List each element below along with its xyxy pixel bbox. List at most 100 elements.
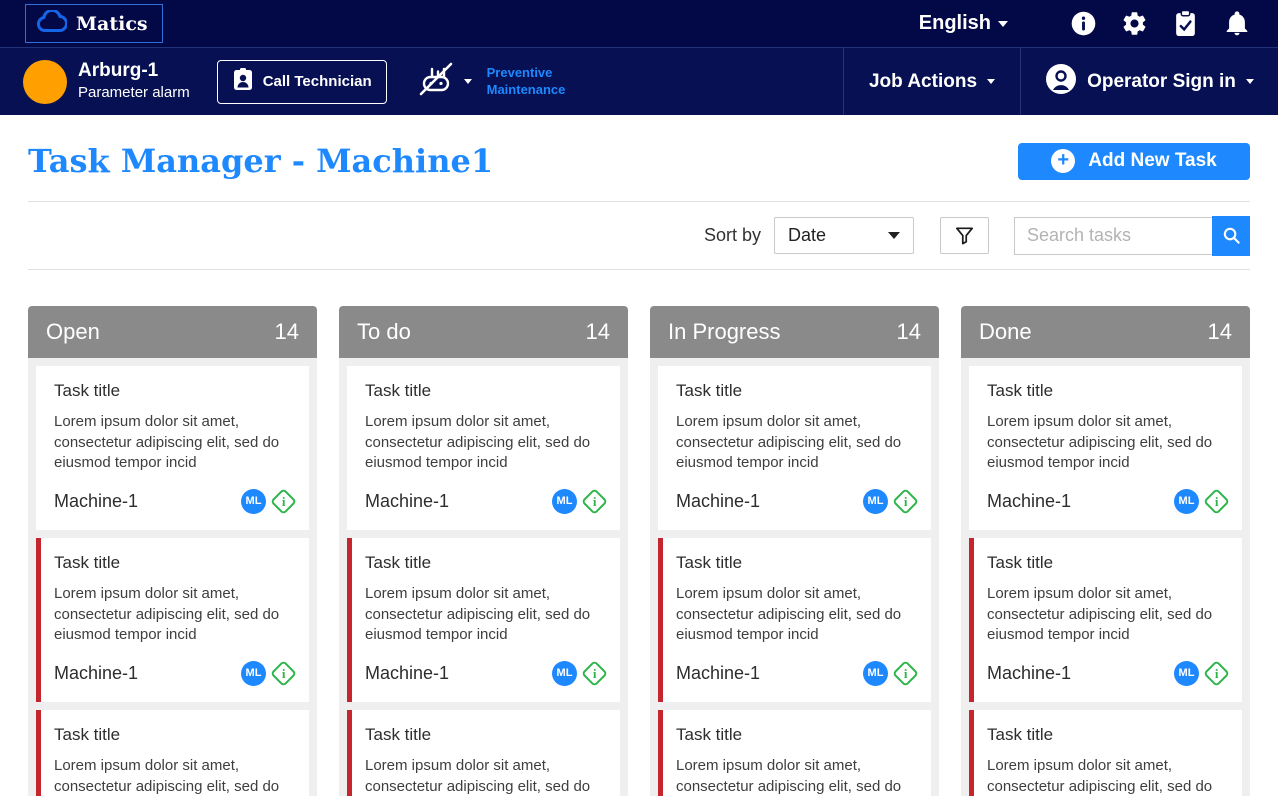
operator-signin-menu[interactable]: Operator Sign in [1020, 48, 1278, 115]
column-count: 14 [274, 319, 299, 344]
ml-badge: ML [863, 488, 888, 514]
ml-badge: ML [1174, 488, 1199, 514]
task-description: Lorem ipsum dolor sit amet, consectetur … [676, 585, 902, 644]
task-card[interactable]: Task title Lorem ipsum dolor sit amet, c… [347, 538, 620, 702]
task-machine: Machine-1 [676, 662, 761, 683]
sort-selected-value: Date [788, 225, 827, 245]
call-technician-button[interactable]: Call Technician [216, 59, 387, 104]
task-description: Lorem ipsum dolor sit amet, consectetur … [54, 413, 280, 472]
task-machine: Machine-1 [987, 662, 1072, 683]
add-new-task-button[interactable]: + Add New Task [1018, 142, 1250, 180]
operator-icon [1045, 63, 1077, 101]
column-open: Open 14 Task title Lorem ipsum dolor sit… [28, 306, 317, 796]
add-new-task-label: Add New Task [1088, 150, 1217, 171]
preventive-maintenance-link[interactable]: Preventive Maintenance [487, 65, 599, 99]
task-title: Task title [365, 725, 432, 744]
task-description: Lorem ipsum dolor sit amet, consectetur … [987, 413, 1213, 472]
toolbar-row: Sort by Date [28, 202, 1250, 269]
column-count: 14 [585, 319, 610, 344]
task-card[interactable]: Task title Lorem ipsum dolor sit amet, c… [969, 538, 1242, 702]
task-card[interactable]: Task title Lorem ipsum dolor sit amet, c… [347, 710, 620, 796]
task-card[interactable]: Task title Lorem ipsum dolor sit amet, c… [36, 710, 309, 796]
info-diamond-icon[interactable]: i [581, 659, 608, 687]
language-selector[interactable]: English [919, 12, 1008, 35]
robot-toggle[interactable] [415, 58, 472, 105]
task-card[interactable]: Task title Lorem ipsum dolor sit amet, c… [969, 366, 1242, 530]
search-button[interactable] [1212, 215, 1250, 256]
machine-status-text: Parameter alarm [78, 84, 190, 102]
filter-funnel-icon [955, 227, 974, 245]
column-header: In Progress 14 [650, 306, 939, 358]
page-title: Task Manager - Machine1 [28, 142, 494, 180]
ml-badge: ML [241, 488, 266, 514]
main-content: Task Manager - Machine1 + Add New Task S… [0, 115, 1278, 796]
column-title: To do [357, 319, 411, 344]
task-title: Task title [54, 725, 121, 744]
operator-signin-label: Operator Sign in [1087, 70, 1236, 92]
column-header: Open 14 [28, 306, 317, 358]
task-title: Task title [365, 553, 432, 572]
task-title: Task title [54, 381, 121, 400]
machine-name: Arburg-1 [78, 60, 159, 82]
chevron-down-icon [463, 79, 472, 84]
column-title: Done [979, 319, 1032, 344]
job-actions-label: Job Actions [868, 70, 978, 92]
task-card[interactable]: Task title Lorem ipsum dolor sit amet, c… [347, 366, 620, 530]
column-count: 14 [896, 319, 921, 344]
info-diamond-icon[interactable]: i [270, 659, 297, 687]
cloud-icon [36, 8, 69, 37]
column-count: 14 [1207, 319, 1232, 344]
task-machine: Machine-1 [987, 490, 1072, 511]
column-body: Task title Lorem ipsum dolor sit amet, c… [339, 358, 628, 796]
task-description: Lorem ipsum dolor sit amet, consectetur … [365, 757, 591, 795]
info-diamond-icon[interactable]: i [1203, 659, 1230, 687]
robot-disabled-icon [415, 58, 457, 105]
technician-badge-icon [232, 67, 254, 96]
ml-badge: ML [552, 488, 577, 514]
machine-info: Arburg-1 Parameter alarm Call Technician [0, 48, 599, 115]
task-machine: Machine-1 [676, 490, 761, 511]
task-card[interactable]: Task title Lorem ipsum dolor sit amet, c… [36, 538, 309, 702]
task-card[interactable]: Task title Lorem ipsum dolor sit amet, c… [658, 538, 931, 702]
task-card[interactable]: Task title Lorem ipsum dolor sit amet, c… [36, 366, 309, 530]
brand-name: Matics [76, 12, 148, 35]
ml-badge: ML [552, 660, 577, 686]
machine-bar-actions: Job Actions Operator Sign in [843, 48, 1278, 115]
machine-status-avatar[interactable] [23, 59, 67, 104]
top-bar: Matics English [0, 0, 1278, 48]
search-group [1014, 215, 1250, 256]
task-card[interactable]: Task title Lorem ipsum dolor sit amet, c… [969, 710, 1242, 796]
settings-gear-icon[interactable] [1121, 10, 1148, 37]
task-title: Task title [987, 553, 1054, 572]
task-card[interactable]: Task title Lorem ipsum dolor sit amet, c… [658, 366, 931, 530]
info-diamond-icon[interactable]: i [270, 487, 297, 515]
brand-logo[interactable]: Matics [25, 4, 163, 43]
info-diamond-icon[interactable]: i [892, 659, 919, 687]
task-title: Task title [987, 381, 1054, 400]
task-description: Lorem ipsum dolor sit amet, consectetur … [987, 585, 1213, 644]
info-icon[interactable] [1070, 10, 1097, 37]
info-diamond-icon[interactable]: i [892, 487, 919, 515]
kanban-board: Open 14 Task title Lorem ipsum dolor sit… [28, 306, 1250, 796]
chevron-down-icon [888, 232, 900, 239]
notifications-bell-icon[interactable] [1223, 10, 1250, 37]
call-technician-label: Call Technician [262, 73, 372, 90]
task-title: Task title [676, 725, 743, 744]
job-actions-menu[interactable]: Job Actions [843, 48, 1020, 115]
chevron-down-icon [998, 20, 1008, 27]
language-label: English [918, 12, 991, 34]
machine-bar: Arburg-1 Parameter alarm Call Technician [0, 48, 1278, 115]
info-diamond-icon[interactable]: i [581, 487, 608, 515]
divider [28, 269, 1250, 270]
task-description: Lorem ipsum dolor sit amet, consectetur … [676, 757, 902, 795]
task-card[interactable]: Task title Lorem ipsum dolor sit amet, c… [658, 710, 931, 796]
search-input[interactable] [1014, 216, 1212, 255]
column-todo: To do 14 Task title Lorem ipsum dolor si… [339, 306, 628, 796]
task-description: Lorem ipsum dolor sit amet, consectetur … [676, 413, 902, 472]
column-body: Task title Lorem ipsum dolor sit amet, c… [28, 358, 317, 796]
task-description: Lorem ipsum dolor sit amet, consectetur … [54, 757, 280, 795]
info-diamond-icon[interactable]: i [1203, 487, 1230, 515]
tasks-clipboard-icon[interactable] [1172, 10, 1199, 37]
sort-select[interactable]: Date [774, 217, 914, 254]
filter-button[interactable] [940, 217, 989, 254]
